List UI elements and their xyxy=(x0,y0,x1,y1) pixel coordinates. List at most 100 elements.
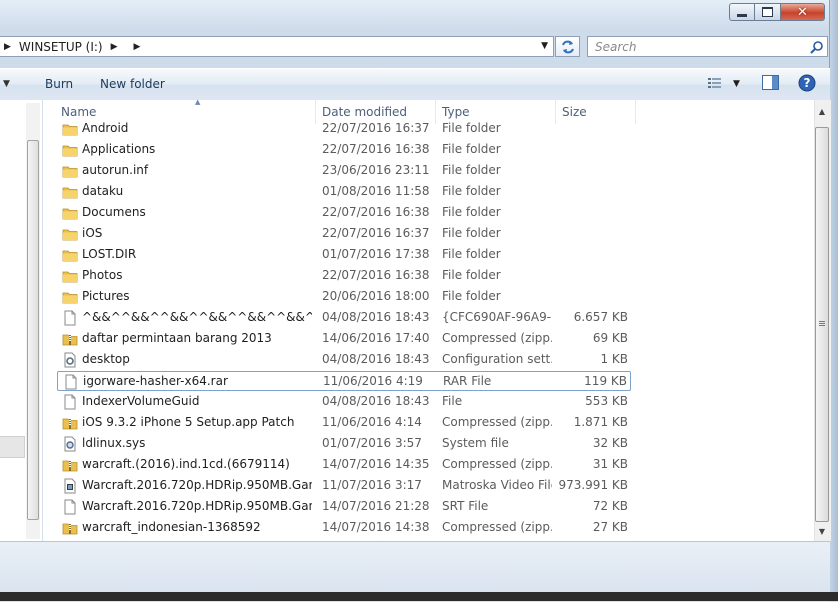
preview-pane-icon[interactable] xyxy=(762,75,779,93)
maximize-icon xyxy=(762,7,773,17)
file-date-modified: 01/07/2016 17:38 xyxy=(322,247,430,261)
file-name: Warcraft.2016.720p.HDRip.950MB.Ganool... xyxy=(82,499,312,513)
search-box xyxy=(587,36,828,57)
file-name: Android xyxy=(82,121,129,135)
minimize-button[interactable] xyxy=(729,3,755,21)
file-row[interactable]: ldlinux.sys 01/07/2016 3:57 System file … xyxy=(57,434,631,454)
file-size: 31 KB xyxy=(592,457,628,471)
file-type: File folder xyxy=(442,226,501,240)
file-date-modified: 01/08/2016 11:58 xyxy=(322,184,430,198)
address-history-dropdown-icon[interactable]: ▼ xyxy=(541,41,548,51)
maximize-button[interactable] xyxy=(755,3,781,21)
file-type: Matroska Video File xyxy=(442,478,552,492)
breadcrumb-chevron-icon[interactable]: ▶ xyxy=(111,42,118,52)
navigation-pane-scroll-thumb[interactable] xyxy=(27,140,39,520)
file-name: ^&&^^&&^^&&^^&&^^&&^^&&^... xyxy=(82,310,312,324)
column-header-name-label: Name xyxy=(61,105,97,119)
file-date-modified: 22/07/2016 16:37 xyxy=(322,121,430,135)
scroll-down-icon[interactable]: ▼ xyxy=(815,523,829,539)
file-row[interactable]: autorun.inf 23/06/2016 23:11 File folder xyxy=(57,161,631,181)
file-name: iOS 9.3.2 iPhone 5 Setup.app Patch xyxy=(82,415,295,429)
search-input[interactable] xyxy=(588,38,807,55)
file-row[interactable]: LOST.DIR 01/07/2016 17:38 File folder xyxy=(57,245,631,265)
file-type: File folder xyxy=(442,289,501,303)
file-row[interactable]: desktop 04/08/2016 18:43 Configuration s… xyxy=(57,350,631,370)
close-icon: ✕ xyxy=(797,4,808,20)
file-list[interactable]: Name ▲ Date modified Type Size Android 2… xyxy=(43,98,814,541)
file-name: desktop xyxy=(82,352,130,366)
file-size: 1.871 KB xyxy=(573,415,628,429)
refresh-button[interactable] xyxy=(555,36,580,57)
file-date-modified: 20/06/2016 18:00 xyxy=(322,289,430,303)
close-button[interactable]: ✕ xyxy=(781,3,825,21)
file-row[interactable]: Warcraft.2016.720p.HDRip.950MB.Ganool...… xyxy=(57,497,631,517)
help-icon[interactable]: ? xyxy=(798,74,816,95)
file-date-modified: 14/07/2016 21:28 xyxy=(322,499,430,513)
file-type: Compressed (zipp... xyxy=(442,331,552,345)
file-row[interactable]: IndexerVolumeGuid 04/08/2016 18:43 File … xyxy=(57,392,631,412)
file-row[interactable]: warcraft.(2016).ind.1cd.(6679114) 14/07/… xyxy=(57,455,631,475)
file-date-modified: 22/07/2016 16:38 xyxy=(322,142,430,156)
file-name: igorware-hasher-x64.rar xyxy=(83,374,228,388)
breadcrumb-chevron-icon[interactable]: ▶ xyxy=(4,42,11,52)
file-size: 27 KB xyxy=(592,520,628,534)
file-row[interactable]: Android 22/07/2016 16:37 File folder xyxy=(57,119,631,139)
refresh-icon xyxy=(561,40,574,53)
file-size: 72 KB xyxy=(592,499,628,513)
change-view-icon[interactable] xyxy=(707,75,723,94)
file-date-modified: 14/07/2016 14:38 xyxy=(322,520,430,534)
file-row[interactable]: warcraft_indonesian-1368592 14/07/2016 1… xyxy=(57,518,631,538)
file-name: iOS xyxy=(82,226,103,240)
file-row[interactable]: iOS 9.3.2 iPhone 5 Setup.app Patch 11/06… xyxy=(57,413,631,433)
file-type: Compressed (zipp... xyxy=(442,520,552,534)
file-date-modified: 22/07/2016 16:38 xyxy=(322,205,430,219)
file-name: ldlinux.sys xyxy=(82,436,146,450)
file-row[interactable]: Applications 22/07/2016 16:38 File folde… xyxy=(57,140,631,160)
file-row[interactable]: igorware-hasher-x64.rar 11/06/2016 4:19 … xyxy=(57,371,631,391)
file-size: 119 KB xyxy=(584,374,627,388)
file-date-modified: 04/08/2016 18:43 xyxy=(322,394,430,408)
file-name: LOST.DIR xyxy=(82,247,137,261)
file-row[interactable]: Warcraft.2016.720p.HDRip.950MB.Ganool...… xyxy=(57,476,631,496)
new-folder-button[interactable]: New folder xyxy=(100,77,165,91)
file-row[interactable]: Photos 22/07/2016 16:38 File folder xyxy=(57,266,631,286)
file-type: File xyxy=(442,394,463,408)
file-list-scroll-thumb[interactable] xyxy=(815,127,829,522)
file-row[interactable]: ^&&^^&&^^&&^^&&^^&&^^&&^... 04/08/2016 1… xyxy=(57,308,631,328)
file-date-modified: 23/06/2016 23:11 xyxy=(322,163,430,177)
file-type: File folder xyxy=(442,247,501,261)
taskbar-edge xyxy=(0,592,838,601)
file-name: Photos xyxy=(82,268,123,282)
file-type: Compressed (zipp... xyxy=(442,457,552,471)
file-name: dataku xyxy=(82,184,124,198)
column-header-size-label: Size xyxy=(562,105,587,119)
file-size: 69 KB xyxy=(592,331,628,345)
file-size: 32 KB xyxy=(592,436,628,450)
address-bar[interactable]: ▶ WINSETUP (I:) ▶ ▶ ▼ xyxy=(0,36,554,57)
file-row[interactable]: iOS 22/07/2016 16:37 File folder xyxy=(57,224,631,244)
search-icon[interactable] xyxy=(807,40,827,54)
organize-dropdown-icon[interactable]: ▼ xyxy=(3,79,10,89)
file-date-modified: 11/07/2016 3:17 xyxy=(322,478,422,492)
file-date-modified: 22/07/2016 16:38 xyxy=(322,268,430,282)
navigation-pane-selected-item[interactable] xyxy=(0,436,25,458)
file-type: Configuration sett... xyxy=(442,352,552,366)
file-date-modified: 04/08/2016 18:43 xyxy=(322,310,430,324)
view-options-dropdown-icon[interactable]: ▼ xyxy=(733,79,740,89)
file-name: autorun.inf xyxy=(82,163,149,177)
file-type: SRT File xyxy=(442,499,489,513)
file-type: {CFC690AF-96A9-... xyxy=(442,310,552,324)
file-type: File folder xyxy=(442,205,501,219)
breadcrumb-drive[interactable]: WINSETUP (I:) xyxy=(19,40,103,54)
file-row[interactable]: Documens 22/07/2016 16:38 File folder xyxy=(57,203,631,223)
file-name: daftar permintaan barang 2013 xyxy=(82,331,272,345)
breadcrumb-chevron-icon[interactable]: ▶ xyxy=(134,42,141,52)
scroll-up-icon[interactable]: ▲ xyxy=(815,103,829,119)
burn-button[interactable]: Burn xyxy=(45,77,73,91)
file-size: 6.657 KB xyxy=(573,310,628,324)
file-row[interactable]: Pictures 20/06/2016 18:00 File folder xyxy=(57,287,631,307)
file-row[interactable]: dataku 01/08/2016 11:58 File folder xyxy=(57,182,631,202)
file-name: IndexerVolumeGuid xyxy=(82,394,200,408)
file-type: File folder xyxy=(442,163,501,177)
file-row[interactable]: daftar permintaan barang 2013 14/06/2016… xyxy=(57,329,631,349)
